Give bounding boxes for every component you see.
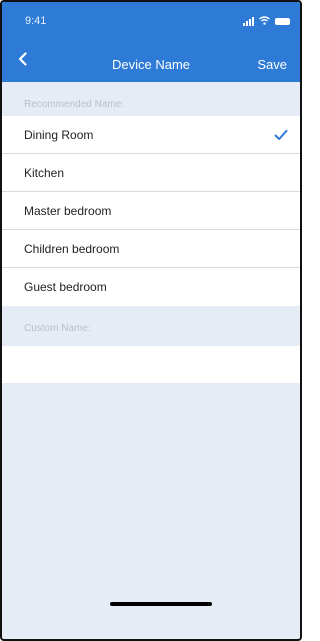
home-indicator[interactable] (110, 602, 212, 606)
battery-icon (275, 17, 290, 25)
list-item-guest-bedroom[interactable]: Guest bedroom (2, 268, 300, 306)
checkmark-icon (274, 129, 288, 140)
list-item-kitchen[interactable]: Kitchen (2, 154, 300, 192)
signal-icon (243, 16, 254, 26)
list-item-dining-room[interactable]: Dining Room (2, 116, 300, 154)
status-icons (243, 16, 290, 26)
list-item-master-bedroom[interactable]: Master bedroom (2, 192, 300, 230)
list-item-children-bedroom[interactable]: Children bedroom (2, 230, 300, 268)
nav-bar: Device Name Save (2, 38, 300, 82)
status-time: 9:41 (25, 15, 47, 27)
list-item-label: Children bedroom (24, 242, 120, 256)
recommended-name-label: Recommended Name: (24, 99, 125, 110)
recommended-name-list: Dining Room Kitchen Master bedroom Child… (2, 116, 300, 306)
phone-screen: 9:41 Device Name Save Recommended Name: … (0, 0, 302, 641)
wifi-icon (259, 12, 270, 30)
recommended-name-header: Recommended Name: (2, 82, 300, 114)
save-button[interactable]: Save (257, 57, 287, 72)
list-item-label: Dining Room (24, 128, 94, 142)
list-item-label: Kitchen (24, 166, 65, 180)
list-item-label: Master bedroom (24, 204, 112, 218)
custom-name-label: Custom Name: (24, 323, 91, 334)
page-title: Device Name (111, 57, 191, 72)
status-bar: 9:41 (2, 2, 300, 38)
custom-name-input[interactable] (2, 346, 300, 383)
list-item-label: Guest bedroom (24, 280, 107, 294)
custom-name-header: Custom Name: (2, 306, 300, 338)
